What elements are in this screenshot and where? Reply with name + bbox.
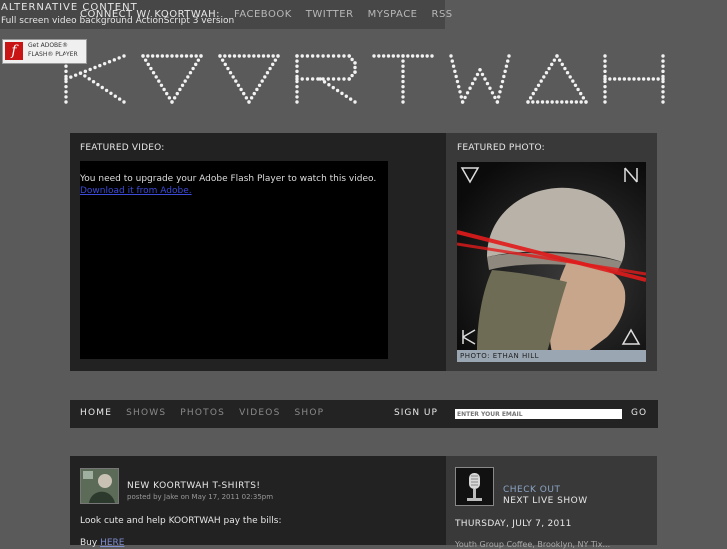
check-out-label: CHECK OUT <box>503 485 561 495</box>
next-live-show-label[interactable]: NEXT LIVE SHOW <box>503 496 588 506</box>
logo-letter-k <box>64 54 126 104</box>
logo-letter-r <box>295 54 357 104</box>
photo-caption: PHOTO: ETHAN HILL <box>457 350 646 362</box>
news-buy-line: Buy HERE <box>80 538 125 548</box>
buy-here-link[interactable]: HERE <box>100 538 124 548</box>
logo-letter-a <box>526 54 588 104</box>
myspace-link[interactable]: MYSPACE <box>368 9 418 20</box>
twitter-link[interactable]: TWITTER <box>306 9 354 20</box>
logo-letter-o <box>141 54 203 104</box>
flash-player-icon: f <box>5 42 23 60</box>
go-button[interactable]: GO <box>631 408 647 418</box>
logo-letter-h <box>603 54 665 104</box>
news-body: Look cute and help KOORTWAH pay the bill… <box>80 516 282 526</box>
connect-label: CONNECT W/ KOORTWAH: <box>80 9 220 20</box>
logo-letter-o <box>218 54 280 104</box>
signup-label: SIGN UP <box>394 408 438 418</box>
koortwah-logo <box>64 54 665 104</box>
rss-link[interactable]: RSS <box>432 9 453 20</box>
main-nav: HOME SHOWS PHOTOS VIDEOS SHOP <box>80 408 338 418</box>
microphone-icon <box>455 467 494 506</box>
flash-upgrade-message: You need to upgrade your Adobe Flash Pla… <box>80 174 377 184</box>
nav-photos[interactable]: PHOTOS <box>180 408 225 418</box>
featured-photo-title: FEATURED PHOTO: <box>457 143 545 153</box>
download-flash-link[interactable]: Download it from Adobe. <box>80 186 192 196</box>
featured-video-title: FEATURED VIDEO: <box>80 143 165 153</box>
show-date: THURSDAY, JULY 7, 2011 <box>455 519 572 529</box>
nav-videos[interactable]: VIDEOS <box>239 408 280 418</box>
featured-photo[interactable] <box>457 162 646 352</box>
email-input[interactable] <box>455 409 622 419</box>
nav-shows[interactable]: SHOWS <box>126 408 166 418</box>
news-title[interactable]: NEW KOORTWAH T-SHIRTS! <box>127 481 261 491</box>
nav-shop[interactable]: SHOP <box>295 408 325 418</box>
social-nav: CONNECT W/ KOORTWAH: FACEBOOK TWITTER MY… <box>80 9 467 20</box>
nav-home[interactable]: HOME <box>80 408 112 418</box>
facebook-link[interactable]: FACEBOOK <box>234 9 292 20</box>
logo-letter-t <box>372 54 434 104</box>
news-meta: posted by Jake on May 17, 2011 02:35pm <box>127 493 274 501</box>
logo-letter-w <box>449 54 511 104</box>
news-thumbnail[interactable] <box>80 468 119 504</box>
